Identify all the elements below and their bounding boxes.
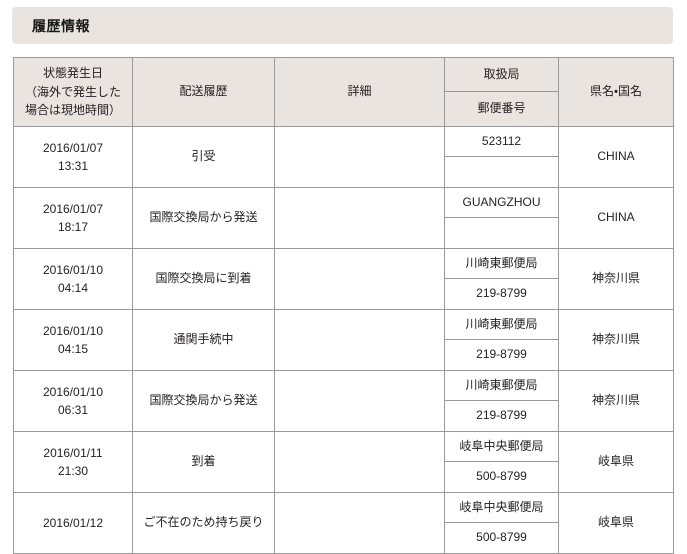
column-header-date-line3: 場合は現地時間）	[24, 103, 121, 118]
column-header-office-group: 取扱局 郵便番号	[444, 57, 559, 127]
table-row: 2016/01/11 21:30 到着 岐阜中央郵便局 500-8799 岐阜県	[13, 431, 674, 493]
table-header: 状態発生日 （海外で発生した 場合は現地時間） 配送履歴 詳細 取扱局 郵便番号…	[13, 57, 674, 127]
column-header-date-line1: 状態発生日	[42, 66, 103, 81]
cell-region: CHINA	[558, 126, 674, 188]
cell-history: 引受	[132, 126, 275, 188]
cell-detail	[274, 126, 445, 188]
cell-postal-code: 500-8799	[476, 530, 527, 545]
cell-postal-code	[445, 218, 558, 248]
cell-postal-code: 219-8799	[476, 286, 527, 301]
cell-history: 国際交換局に到着	[132, 248, 275, 310]
cell-office: 川崎東郵便局	[445, 310, 558, 340]
cell-office-group: 川崎東郵便局 219-8799	[444, 248, 559, 310]
cell-date-time: 04:14	[57, 281, 89, 295]
table-header-row: 状態発生日 （海外で発生した 場合は現地時間） 配送履歴 詳細 取扱局 郵便番号…	[13, 57, 674, 127]
cell-region: 神奈川県	[558, 309, 674, 371]
delivery-history-table: 状態発生日 （海外で発生した 場合は現地時間） 配送履歴 詳細 取扱局 郵便番号…	[13, 57, 674, 554]
cell-office: 岐阜中央郵便局	[445, 432, 558, 462]
cell-detail	[274, 431, 445, 493]
cell-postal-code: 500-8799	[476, 469, 527, 484]
table-row: 2016/01/10 06:31 国際交換局から発送 川崎東郵便局 219-8799 神奈…	[13, 370, 674, 432]
cell-office: 川崎東郵便局	[445, 249, 558, 279]
cell-region: 岐阜県	[558, 492, 674, 554]
cell-office-group: 川崎東郵便局 219-8799	[444, 309, 559, 371]
cell-history: 国際交換局から発送	[132, 187, 275, 249]
cell-postal-code: 219-8799	[476, 408, 527, 423]
column-header-postal-code: 郵便番号	[477, 101, 526, 116]
page-title: 履歴情報	[32, 17, 90, 34]
column-header-history: 配送履歴	[132, 57, 275, 127]
cell-region: 神奈川県	[558, 248, 674, 310]
cell-date-day: 2016/01/07	[42, 202, 104, 216]
cell-detail	[274, 309, 445, 371]
table-row: 2016/01/10 04:15 通関手続中 川崎東郵便局 219-8799 神奈川県	[13, 309, 674, 371]
cell-date-day: 2016/01/10	[42, 324, 104, 338]
cell-date: 2016/01/07 18:17	[13, 187, 133, 249]
cell-postal-code	[445, 157, 558, 187]
cell-date: 2016/01/11 21:30	[13, 431, 133, 493]
cell-date-time: 13:31	[57, 159, 89, 173]
cell-detail	[274, 248, 445, 310]
cell-region: 神奈川県	[558, 370, 674, 432]
cell-date-day: 2016/01/11	[43, 446, 103, 460]
cell-date: 2016/01/10 06:31	[13, 370, 133, 432]
cell-office: 523112	[445, 127, 558, 157]
cell-office-group: 岐阜中央郵便局 500-8799	[444, 492, 559, 554]
section-header: 履歴情報	[12, 7, 673, 44]
column-header-region: 県名・国名	[558, 57, 674, 127]
cell-history: 国際交換局から発送	[132, 370, 275, 432]
history-table-container: 状態発生日 （海外で発生した 場合は現地時間） 配送履歴 詳細 取扱局 郵便番号…	[13, 57, 674, 554]
tracking-history-page: 履歴情報 状態発生日 （海外で発生した 場合は現地時間） 配送履歴 詳細 取扱局…	[0, 0, 687, 554]
column-header-office: 取扱局	[445, 58, 558, 92]
cell-date: 2016/01/12	[13, 492, 133, 554]
table-row: 2016/01/10 04:14 国際交換局に到着 川崎東郵便局 219-8799 神奈川…	[13, 248, 674, 310]
cell-date-day: 2016/01/12	[42, 516, 104, 530]
cell-postal-code: 219-8799	[476, 347, 527, 362]
cell-region: CHINA	[558, 187, 674, 249]
cell-office-group: GUANGZHOU	[444, 187, 559, 249]
cell-date-time: 18:17	[57, 220, 89, 234]
column-header-detail: 詳細	[274, 57, 445, 127]
column-header-date: 状態発生日 （海外で発生した 場合は現地時間）	[13, 57, 133, 127]
table-row: 2016/01/07 18:17 国際交換局から発送 GUANGZHOU CHINA	[13, 187, 674, 249]
cell-date-time: 06:31	[57, 403, 89, 417]
cell-date-time: 04:15	[57, 342, 89, 356]
cell-office-group: 川崎東郵便局 219-8799	[444, 370, 559, 432]
cell-detail	[274, 492, 445, 554]
cell-office: GUANGZHOU	[445, 188, 558, 218]
cell-office-group: 523112	[444, 126, 559, 188]
cell-date-time: 21:30	[57, 464, 89, 478]
cell-date-day: 2016/01/07	[42, 141, 104, 155]
cell-date: 2016/01/07 13:31	[13, 126, 133, 188]
cell-office-group: 岐阜中央郵便局 500-8799	[444, 431, 559, 493]
cell-date: 2016/01/10 04:14	[13, 248, 133, 310]
cell-detail	[274, 370, 445, 432]
cell-date-day: 2016/01/10	[42, 263, 104, 277]
cell-office: 川崎東郵便局	[445, 371, 558, 401]
table-body: 2016/01/07 13:31 引受 523112 CHINA 2016/01/07 18…	[13, 126, 674, 554]
cell-office: 岐阜中央郵便局	[445, 493, 558, 523]
column-header-date-line2: （海外で発生した	[24, 84, 121, 99]
table-row: 2016/01/12 ご不在のため持ち戻り 岐阜中央郵便局 500-8799 岐阜県	[13, 492, 674, 554]
cell-history: 到着	[132, 431, 275, 493]
cell-region: 岐阜県	[558, 431, 674, 493]
cell-history: ご不在のため持ち戻り	[132, 492, 275, 554]
cell-history: 通関手続中	[132, 309, 275, 371]
cell-date-day: 2016/01/10	[42, 385, 104, 399]
cell-date: 2016/01/10 04:15	[13, 309, 133, 371]
cell-detail	[274, 187, 445, 249]
table-row: 2016/01/07 13:31 引受 523112 CHINA	[13, 126, 674, 188]
